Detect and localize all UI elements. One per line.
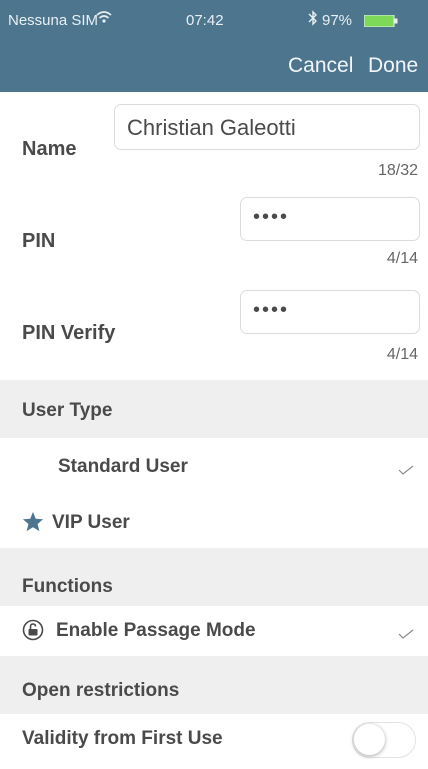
pin-label: PIN <box>22 230 56 252</box>
star-icon <box>22 511 44 537</box>
open-restrictions-header: Open restrictions <box>0 656 428 714</box>
pin-masked-value: •••• <box>253 206 290 228</box>
pin-verify-field[interactable]: •••• <box>240 290 420 334</box>
name-field[interactable]: Christian Galeotti <box>114 104 420 150</box>
name-char-count: 18/32 <box>377 162 418 179</box>
battery-icon <box>363 14 398 31</box>
nav-bar: Cancel Done <box>0 40 428 92</box>
standard-user-row[interactable]: Standard User <box>0 438 428 494</box>
done-button[interactable]: Done <box>368 54 418 78</box>
user-type-header-label: User Type <box>22 400 113 421</box>
lock-open-icon <box>22 619 44 646</box>
functions-header-label: Functions <box>22 576 113 597</box>
validity-from-first-use-row: Validity from First Use <box>0 714 428 769</box>
toggle-knob <box>354 724 385 755</box>
battery-percent: 97% <box>322 12 353 29</box>
carrier-label: Nessuna SIM <box>8 12 99 29</box>
name-value: Christian Galeotti <box>127 115 296 140</box>
status-bar: Nessuna SIM 07:42 97% <box>0 0 428 40</box>
vip-user-label: VIP User <box>52 512 130 533</box>
validity-toggle[interactable] <box>352 722 416 758</box>
pin-field[interactable]: •••• <box>240 197 420 241</box>
validity-from-first-use-label: Validity from First Use <box>22 728 223 749</box>
standard-user-label: Standard User <box>58 456 188 477</box>
clock: 07:42 <box>186 12 224 29</box>
open-restrictions-header-label: Open restrictions <box>22 680 180 701</box>
checkmark-icon <box>398 626 414 639</box>
pin-verify-char-count: 4/14 <box>386 346 418 363</box>
wifi-icon <box>96 10 112 28</box>
enable-passage-mode-label: Enable Passage Mode <box>56 620 256 641</box>
enable-passage-mode-row[interactable]: Enable Passage Mode <box>0 606 428 656</box>
user-type-header: User Type <box>0 380 428 438</box>
cancel-button[interactable]: Cancel <box>288 54 353 78</box>
functions-header: Functions <box>0 548 428 606</box>
pin-verify-label: PIN Verify <box>22 322 116 344</box>
vip-user-row[interactable]: VIP User <box>0 494 428 548</box>
bluetooth-icon <box>308 10 318 30</box>
name-label: Name <box>22 138 77 160</box>
pin-char-count: 4/14 <box>386 250 418 267</box>
checkmark-icon <box>398 462 414 475</box>
pin-verify-masked-value: •••• <box>253 299 290 321</box>
